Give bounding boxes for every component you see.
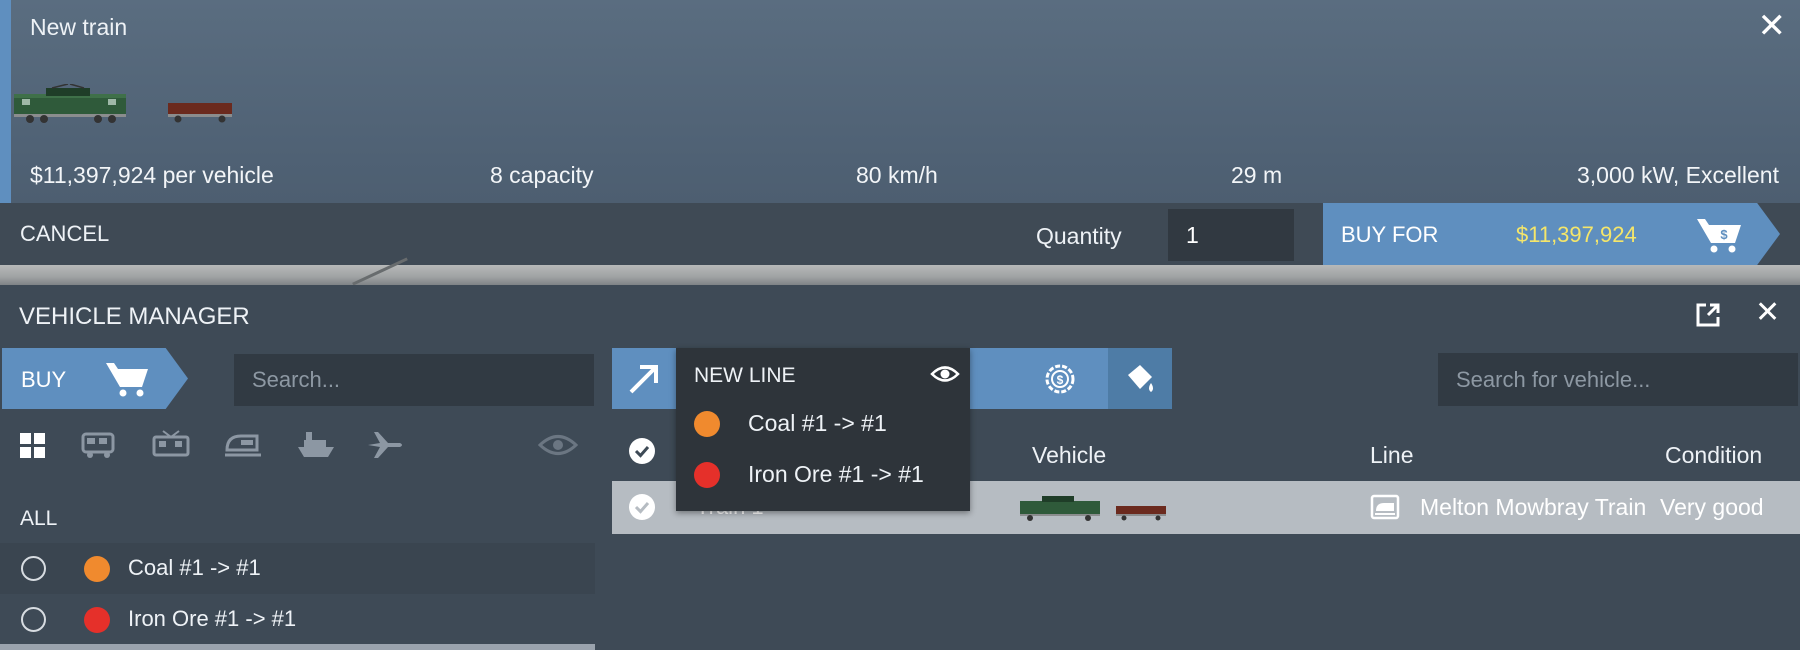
cancel-button[interactable]: CANCEL	[20, 221, 109, 247]
ship-icon[interactable]	[296, 430, 336, 460]
buy-label: BUY	[21, 367, 67, 392]
filter-all-label: ALL	[20, 507, 58, 530]
search-input[interactable]	[234, 354, 594, 406]
train-icon[interactable]	[223, 430, 263, 460]
eye-icon[interactable]	[538, 430, 578, 460]
sell-button[interactable]: $	[1012, 348, 1108, 409]
buy-for-label: BUY FOR	[1341, 222, 1439, 247]
train-preview-image	[14, 84, 232, 123]
train-line-icon	[1370, 494, 1400, 520]
list-scroll-edge	[0, 644, 595, 650]
dropdown-item-coal[interactable]: Coal #1 -> #1	[676, 398, 970, 448]
panel-title: New train	[30, 14, 128, 40]
column-header-line[interactable]: Line	[1370, 442, 1413, 469]
paint-button[interactable]	[1108, 348, 1172, 409]
capacity-stat: 8 capacity	[490, 162, 594, 188]
price-stat: $11,397,924 per vehicle	[30, 162, 274, 188]
vehicle-manager-panel: VEHICLE MANAGER ✕ BUY Search... ALL Coal…	[0, 285, 1800, 650]
length-stat: 29 m	[1231, 162, 1283, 188]
paint-bucket-icon	[1128, 365, 1153, 392]
eye-icon[interactable]	[930, 361, 960, 387]
line-color-dot	[694, 411, 720, 437]
line-label: Iron Ore #1 -> #1	[128, 606, 297, 631]
dropdown-header: NEW LINE	[694, 364, 796, 387]
plane-icon[interactable]	[366, 430, 406, 460]
line-list-item[interactable]: Iron Ore #1 -> #1	[0, 594, 595, 645]
buy-for-price: $11,397,924	[1516, 222, 1637, 247]
assign-line-button[interactable]	[612, 348, 676, 409]
power-stat: 3,000 kW, Excellent	[1577, 162, 1779, 188]
radio-button[interactable]	[21, 607, 46, 632]
column-header-vehicle[interactable]: Vehicle	[1032, 442, 1106, 469]
line-color-dot	[84, 556, 110, 582]
popout-icon[interactable]	[1694, 301, 1722, 329]
train-action-bar: CANCEL Quantity BUY FOR $11,397,924 $	[0, 203, 1800, 265]
svg-text:$: $	[1057, 373, 1064, 387]
arrow-up-right-icon	[629, 365, 658, 394]
row-checkbox[interactable]	[628, 493, 656, 521]
dropdown-item-label: Iron Ore #1 -> #1	[748, 461, 924, 487]
vehicle-line: Melton Mowbray Train	[1420, 494, 1647, 520]
quantity-label: Quantity	[1036, 223, 1122, 249]
select-all-checkbox[interactable]	[628, 437, 656, 465]
vehicle-search-input[interactable]	[1438, 353, 1798, 406]
tram-icon[interactable]	[151, 430, 191, 460]
dropdown-item-label: Coal #1 -> #1	[748, 410, 887, 436]
close-icon[interactable]: ✕	[1758, 8, 1787, 44]
svg-text:$: $	[1720, 227, 1728, 242]
quantity-input[interactable]	[1168, 209, 1294, 261]
vehicle-condition: Very good	[1660, 494, 1764, 520]
new-train-panel: New train ✕ $11,397,924 per vehicle 8 ca…	[0, 0, 1800, 265]
radio-button[interactable]	[21, 556, 46, 581]
column-header-condition[interactable]: Condition	[1665, 442, 1762, 469]
panel-accent-bar	[0, 0, 11, 203]
vehicle-thumbnail	[1020, 496, 1166, 521]
close-icon[interactable]: ✕	[1755, 296, 1780, 330]
buy-button[interactable]: BUY	[2, 348, 188, 409]
new-line-dropdown: NEW LINE Coal #1 -> #1 Iron Ore #1 -> #1	[676, 348, 970, 511]
dropdown-item-iron-ore[interactable]: Iron Ore #1 -> #1	[676, 449, 970, 499]
money-gear-icon: $	[1045, 364, 1075, 394]
line-color-dot	[694, 462, 720, 488]
line-label: Coal #1 -> #1	[128, 555, 261, 580]
buy-for-button[interactable]: BUY FOR $11,397,924 $	[1323, 203, 1780, 265]
line-list-item[interactable]: Coal #1 -> #1	[0, 543, 595, 594]
line-color-dot	[84, 607, 110, 633]
shopping-cart-icon	[106, 363, 148, 397]
bus-icon[interactable]	[80, 430, 120, 460]
panel-title: VEHICLE MANAGER	[19, 303, 250, 330]
shopping-cart-icon: $	[1697, 219, 1741, 253]
grid-icon[interactable]	[18, 430, 58, 460]
terrain-background	[0, 265, 1800, 285]
speed-stat: 80 km/h	[856, 162, 938, 188]
